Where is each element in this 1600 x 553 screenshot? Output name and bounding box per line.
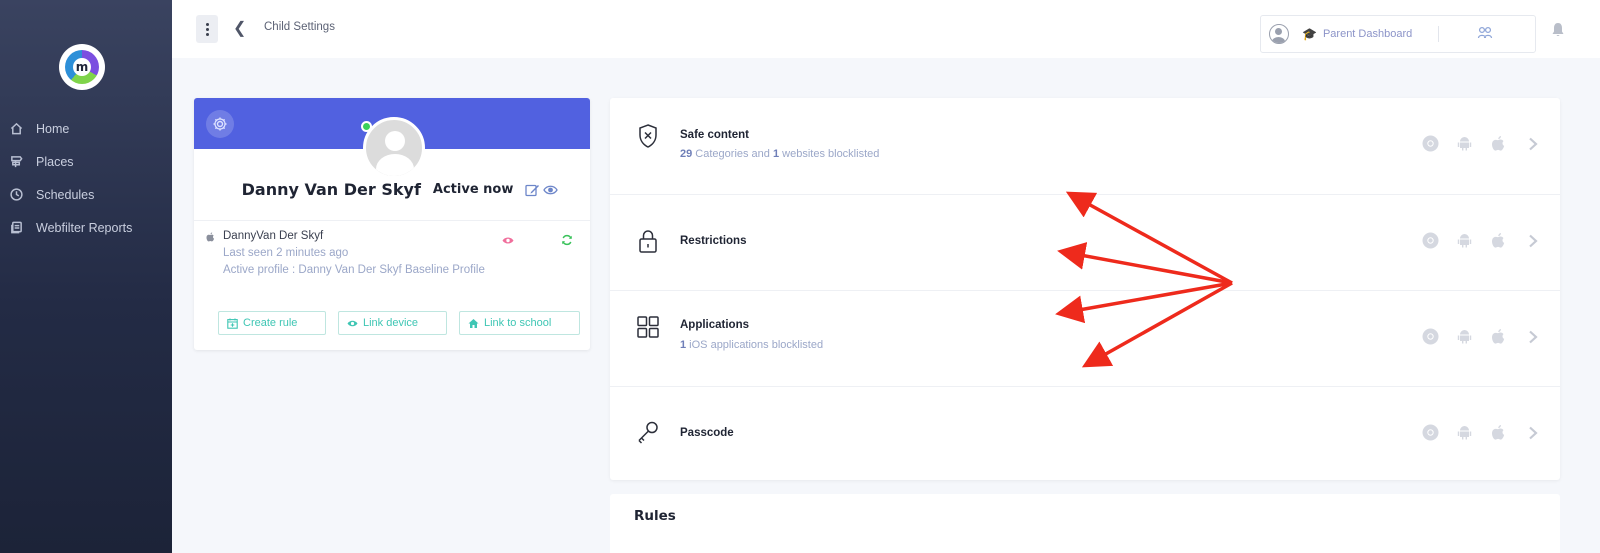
child-name: Danny Van Der Skyf: [241, 180, 421, 199]
apple-icon: [1492, 136, 1505, 151]
sidebar-item-label: Home: [36, 121, 70, 136]
notification-bell-icon[interactable]: [1551, 22, 1565, 38]
chrome-icon: [1422, 135, 1439, 152]
child-avatar: [363, 117, 425, 179]
setting-applications[interactable]: Applications 1 iOS applications blocklis…: [610, 290, 1560, 386]
settings-list: Safe content 29 Categories and 1 website…: [610, 98, 1560, 480]
clock-icon: [10, 188, 24, 202]
setting-title: Applications: [680, 319, 750, 331]
profile-actions: [525, 183, 559, 197]
edit-icon[interactable]: [525, 183, 540, 197]
setting-restrictions[interactable]: Restrictions: [610, 194, 1560, 290]
android-icon: [1457, 426, 1472, 440]
top-bar: ❮ Child Settings 🎓 Parent Dashboard: [172, 0, 1600, 58]
back-chevron-icon[interactable]: ❮: [233, 19, 246, 39]
setting-passcode[interactable]: Passcode: [610, 386, 1560, 482]
online-status-dot: [361, 121, 372, 132]
sync-icon[interactable]: [561, 234, 573, 246]
divider: [1438, 26, 1440, 42]
link-device-label: Link device: [363, 317, 419, 329]
setting-title: Safe content: [680, 129, 750, 141]
setting-title: Restrictions: [680, 235, 747, 247]
parent-dashboard-link[interactable]: Parent Dashboard: [1323, 28, 1412, 40]
family-users-icon[interactable]: [1477, 26, 1493, 43]
graduation-cap-icon: 🎓: [1302, 27, 1317, 41]
home-icon: [10, 122, 24, 136]
link-to-school-button[interactable]: Link to school: [459, 311, 580, 335]
create-rule-button[interactable]: Create rule: [218, 311, 326, 335]
lock-icon: [634, 227, 662, 255]
logo-letter: m: [73, 58, 91, 76]
platform-icons: [1422, 424, 1507, 441]
gear-icon[interactable]: [206, 110, 234, 138]
link-device-button[interactable]: Link device: [338, 311, 447, 335]
apple-icon: [1492, 329, 1505, 344]
eye-icon[interactable]: [543, 183, 559, 197]
apple-icon: [206, 232, 215, 242]
sidebar-item-label: Webfilter Reports: [36, 220, 133, 235]
sidebar-item-home[interactable]: Home: [0, 112, 172, 145]
platform-icons: [1422, 135, 1507, 152]
chevron-right-icon[interactable]: [1528, 426, 1538, 440]
name-row: Danny Van Der Skyf Active now: [194, 180, 590, 199]
user-avatar-icon[interactable]: [1269, 24, 1289, 44]
platform-icons: [1422, 232, 1507, 249]
report-icon: [10, 221, 24, 235]
android-icon: [1457, 137, 1472, 151]
setting-subtitle: 29 Categories and 1 websites blocklisted: [680, 148, 880, 160]
chevron-right-icon[interactable]: [1528, 330, 1538, 344]
child-profile-card: Danny Van Der Skyf Active now DannyVan D…: [194, 98, 590, 350]
setting-title: Passcode: [680, 427, 734, 439]
chrome-icon: [1422, 232, 1439, 249]
profile-action-buttons: Create rule Link device Link to school: [218, 311, 580, 335]
places-icon: [10, 155, 24, 169]
parent-dashboard-switcher[interactable]: 🎓 Parent Dashboard: [1260, 15, 1536, 53]
chrome-icon: [1422, 424, 1439, 441]
apple-icon: [1492, 425, 1505, 440]
device-name: DannyVan Der Skyf: [223, 230, 324, 242]
rules-section: Rules: [610, 494, 1560, 553]
eye-icon: [347, 320, 358, 326]
apps-grid-icon: [634, 313, 662, 341]
sidebar-item-places[interactable]: Places: [0, 145, 172, 178]
home-icon: [468, 318, 479, 328]
logo-mark: m: [65, 50, 99, 84]
shield-x-icon: [634, 122, 662, 150]
platform-icons: [1422, 328, 1507, 345]
setting-safe-content[interactable]: Safe content 29 Categories and 1 website…: [610, 98, 1560, 194]
link-to-school-label: Link to school: [484, 317, 552, 329]
app-logo[interactable]: m: [59, 44, 105, 90]
eye-icon[interactable]: [502, 236, 514, 245]
breadcrumb: Child Settings: [264, 21, 335, 33]
sidebar-nav: Home Places Schedules Webfilter Reports: [0, 112, 172, 244]
device-active-profile: Active profile : Danny Van Der Skyf Base…: [223, 264, 485, 276]
sidebar-item-schedules[interactable]: Schedules: [0, 178, 172, 211]
calendar-plus-icon: [227, 318, 238, 329]
sidebar-item-webfilter-reports[interactable]: Webfilter Reports: [0, 211, 172, 244]
kebab-menu-button[interactable]: [196, 15, 218, 43]
rules-title: Rules: [634, 508, 676, 524]
create-rule-label: Create rule: [243, 317, 298, 329]
device-last-seen: Last seen 2 minutes ago: [223, 247, 349, 259]
setting-subtitle: 1 iOS applications blocklisted: [680, 339, 824, 351]
sidebar-item-label: Places: [36, 154, 74, 169]
key-icon: [634, 419, 662, 447]
sidebar-item-label: Schedules: [36, 187, 95, 202]
chrome-icon: [1422, 328, 1439, 345]
chevron-right-icon[interactable]: [1528, 234, 1538, 248]
apple-icon: [1492, 233, 1505, 248]
sidebar: m Home Places Schedules Webfilter Report…: [0, 0, 172, 553]
chevron-right-icon[interactable]: [1528, 137, 1538, 151]
divider: [194, 220, 590, 221]
android-icon: [1457, 330, 1472, 344]
active-status: Active now: [432, 182, 514, 197]
android-icon: [1457, 234, 1472, 248]
